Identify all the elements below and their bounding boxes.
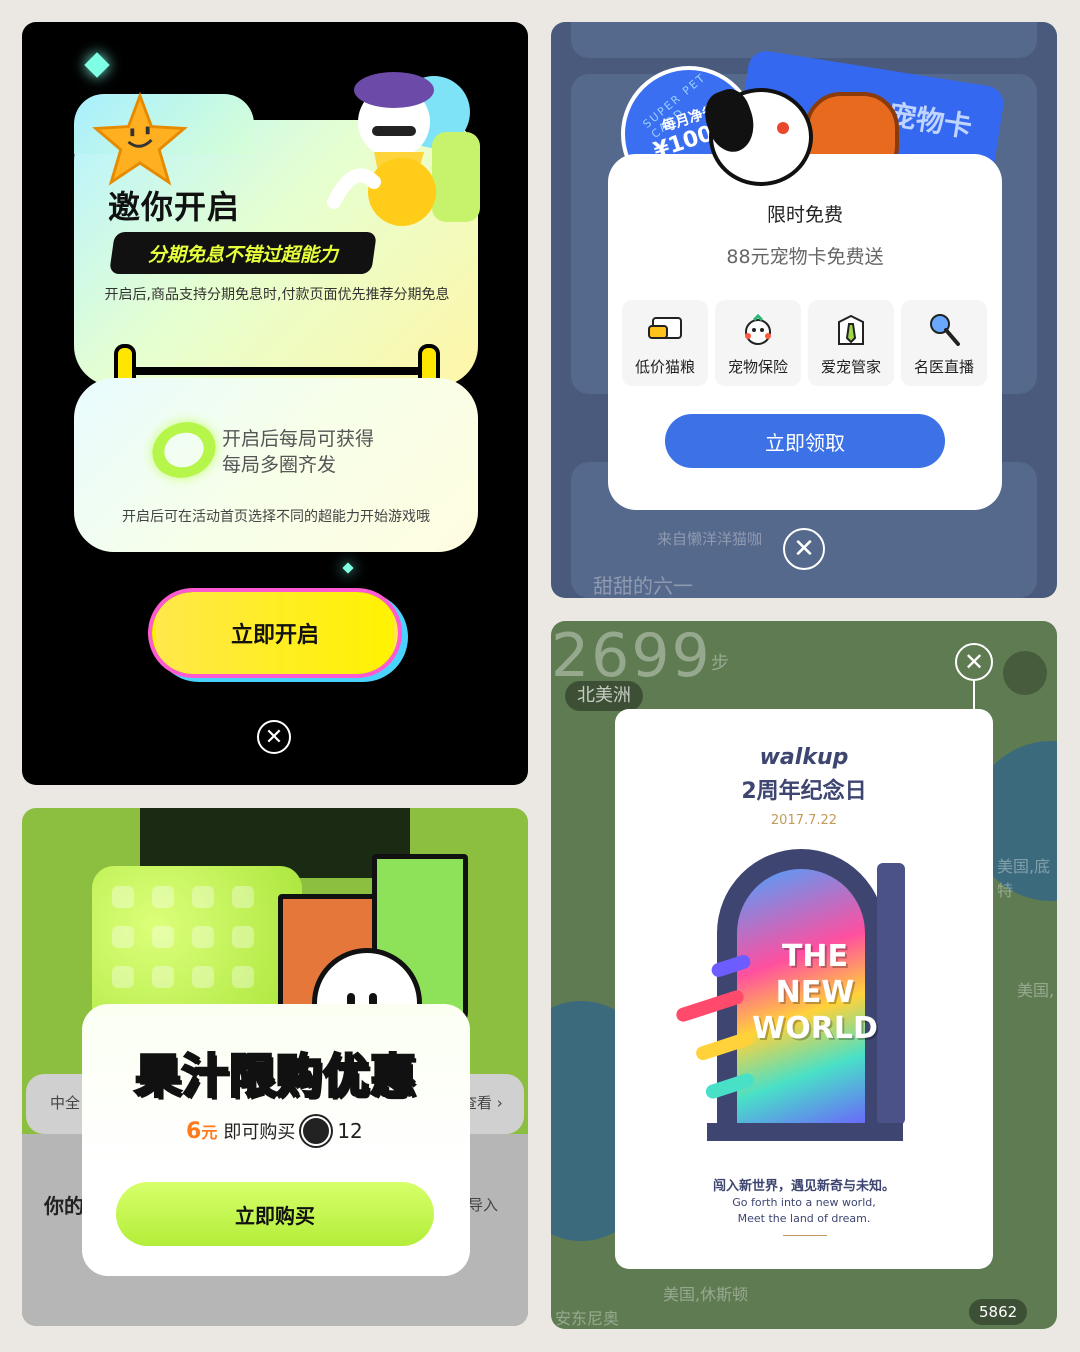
modal-title: 限时免费 xyxy=(766,204,843,226)
dog-mascot-icon xyxy=(697,84,813,186)
feature-item-vet-live: 名医直播 xyxy=(901,300,987,386)
feature-banner: 分期免息不错过超能力 xyxy=(109,232,377,274)
reward-line-2: 每局多圈齐发 xyxy=(222,454,337,476)
english-slogan-line-1: Go forth into a new world, xyxy=(732,1196,876,1209)
background-step-unit: 步 xyxy=(711,653,729,674)
feature-label: 爱宠管家 xyxy=(820,358,881,376)
chinese-slogan: 闯入新世界，遇见新奇与未知。 xyxy=(712,1179,895,1194)
anniversary-title: 2周年纪念日 xyxy=(741,779,867,804)
offer-title: 果汁限购优惠 xyxy=(134,1048,418,1105)
feature-item-cat-food: 低价猫粮 xyxy=(622,300,708,386)
map-city-label: 安东尼奥 xyxy=(555,1309,620,1328)
reward-note: 开启后可在活动首页选择不同的超能力开始游戏哦 xyxy=(122,509,430,525)
pet-card-modal: 限时免费 88元宠物卡免费送 低价猫粮 宠物保险 爱宠管家 名医直播 立即领取 xyxy=(608,154,1002,510)
feature-item-insurance: 宠物保险 xyxy=(715,300,801,386)
walkup-logo: walkup xyxy=(759,745,849,770)
anniversary-date: 2017.7.22 xyxy=(770,813,838,828)
character-mascot-icon xyxy=(327,72,480,226)
reward-line-1: 开启后每局可获得 xyxy=(222,428,375,450)
new-world-art-text: THE NEW WORLD xyxy=(745,939,885,1047)
pet-butler-icon xyxy=(838,314,864,345)
buy-now-button[interactable]: 立即购买 xyxy=(116,1182,434,1246)
close-icon[interactable]: ✕ xyxy=(783,528,825,570)
english-slogan: Go forth into a new world, Meet the land… xyxy=(615,1195,993,1227)
map-city-label: 美国, xyxy=(1017,981,1055,1000)
feature-item-butler: 爱宠管家 xyxy=(808,300,894,386)
background-card xyxy=(571,22,1037,58)
star-mascot-icon xyxy=(92,92,188,186)
region-pill: 北美洲 xyxy=(565,681,643,711)
coin-count: 12 xyxy=(337,1119,363,1143)
pet-card-popup-panel: 甜甜的六一 来自懒洋洋猫咖 超级宠物卡 SUPER PET CARD 每月净省 … xyxy=(551,22,1057,598)
map-city-label: 美国,底特 xyxy=(997,857,1051,900)
feature-label: 低价猫粮 xyxy=(634,358,695,376)
feature-label: 名医直播 xyxy=(913,358,974,376)
sparkle-icon xyxy=(342,562,354,574)
background-heading-left: 你的 xyxy=(44,1194,84,1218)
close-icon[interactable]: ✕ xyxy=(257,720,291,754)
close-connector xyxy=(973,681,975,709)
art-line-3: WORLD xyxy=(752,1011,878,1046)
juice-offer-card: 果汁限购优惠 6元 即可购买 12 立即购买 xyxy=(82,1004,470,1276)
price-amount: 6元 xyxy=(186,1118,218,1144)
eye-icon[interactable] xyxy=(1003,651,1047,695)
coin-icon xyxy=(301,1116,332,1146)
close-icon[interactable]: ✕ xyxy=(955,643,993,681)
cat-food-card-icon xyxy=(648,317,682,339)
art-line-2: NEW xyxy=(775,975,855,1010)
walkup-anniversary-popup-panel: 2699 步 北美洲 美国,底特 美国, 美国,休斯顿 安东尼奥 ✕ walku… xyxy=(551,621,1057,1329)
feature-banner-text: 分期免息不错过超能力 xyxy=(147,243,338,266)
background-post-title: 甜甜的六一 xyxy=(593,574,693,598)
price-row: 6元 即可购买 12 xyxy=(186,1116,363,1146)
map-city-label: 美国,休斯顿 xyxy=(663,1285,749,1304)
feature-description: 开启后,商品支持分期免息时,付款页面优先推荐分期免息 xyxy=(104,287,450,303)
pet-insurance-icon xyxy=(745,313,771,345)
hanger-rod xyxy=(125,367,429,375)
background-button-right: 导入 xyxy=(468,1196,499,1214)
modal-subtitle: 88元宠物卡免费送 xyxy=(726,246,884,268)
art-line-1: THE xyxy=(781,939,849,974)
background-text-left: 中全 xyxy=(50,1094,81,1112)
feature-label: 宠物保险 xyxy=(727,358,788,376)
vet-live-icon xyxy=(930,314,960,346)
anniversary-modal: walkup 2周年纪念日 2017.7.22 THE NEW WORLD 闯入… xyxy=(615,709,993,1269)
super-power-popup-panel: 邀你开启 分期免息不错过超能力 开启后,商品支持分期免息时,付款页面优先推荐分期… xyxy=(22,22,528,785)
juice-offer-popup-panel: 中全 查看 › 你的 导入 果汁限购优惠 6元 即可购买 12 立即购买 xyxy=(22,808,528,1326)
reward-text: 开启后每局可获得 每局多圈齐发 xyxy=(222,426,374,478)
sparkle-icon xyxy=(84,52,110,78)
background-post-source: 来自懒洋洋猫咖 xyxy=(657,530,763,548)
claim-now-button[interactable]: 立即领取 xyxy=(665,414,945,468)
enable-now-button[interactable]: 立即开启 xyxy=(152,592,398,674)
price-suffix: 即可购买 xyxy=(223,1122,296,1143)
door-step-graphic xyxy=(707,1123,903,1141)
step-count-badge: 5862 xyxy=(969,1299,1028,1325)
popup-title: 邀你开启 xyxy=(108,188,241,226)
english-slogan-line-2: Meet the land of dream. xyxy=(737,1212,871,1225)
slogan-underline xyxy=(783,1235,827,1236)
